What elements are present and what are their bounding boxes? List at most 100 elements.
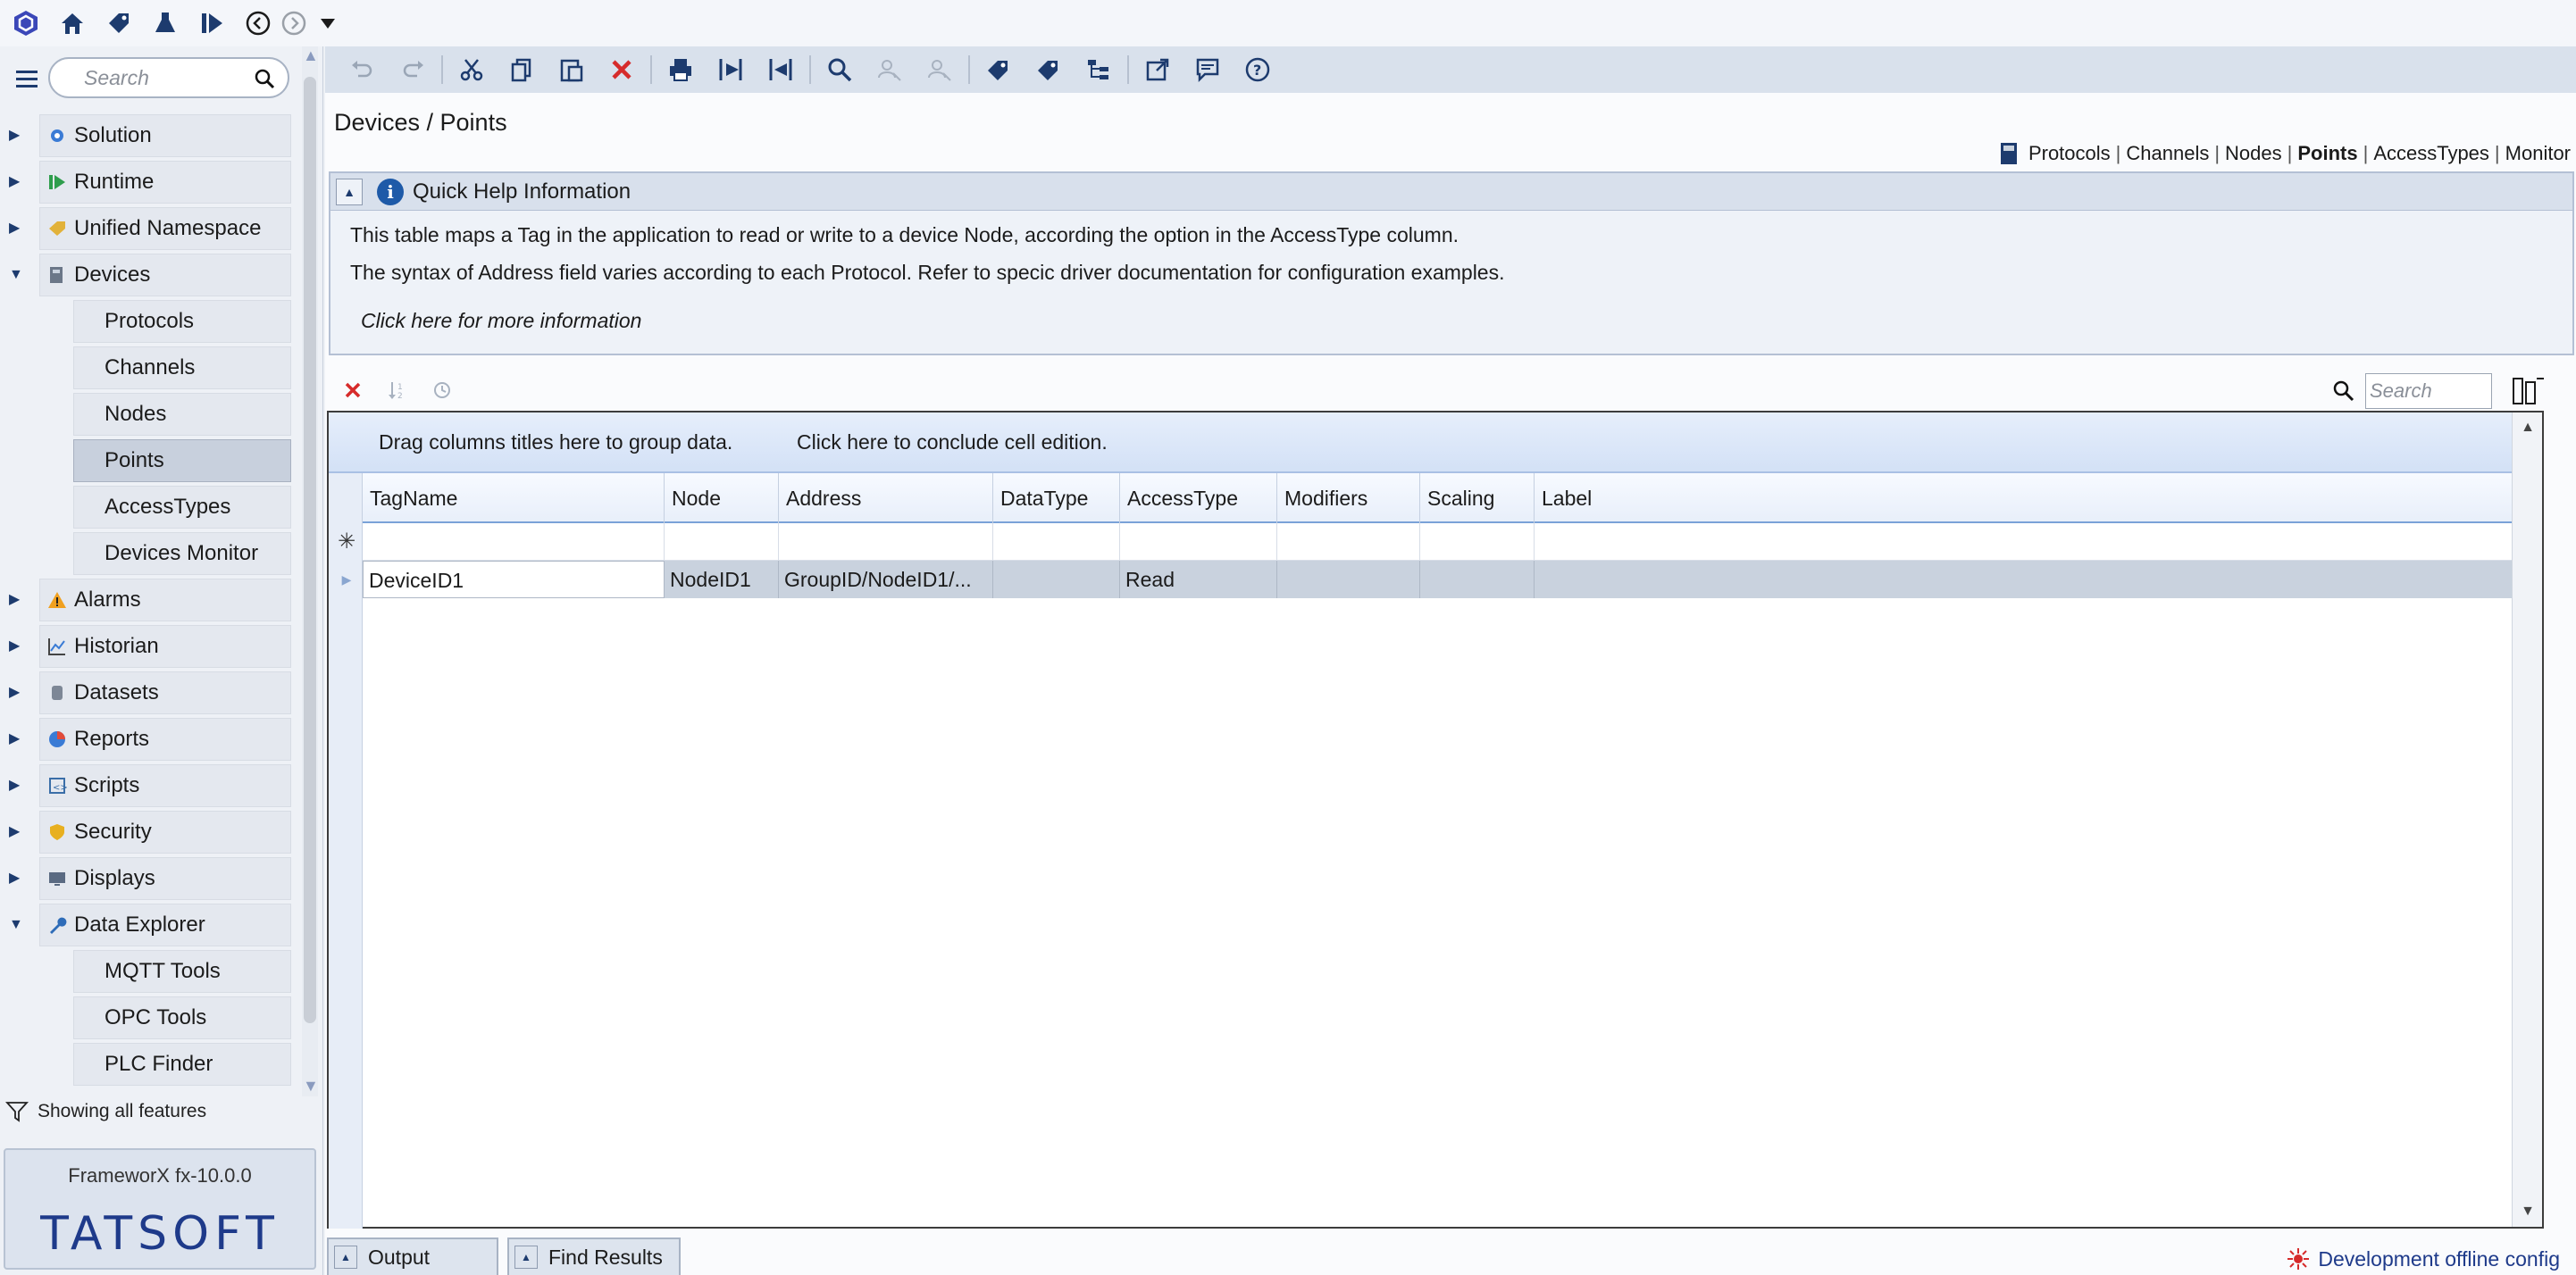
column-header-node[interactable]: Node — [665, 473, 779, 523]
nav-item-points[interactable]: Points — [73, 439, 291, 482]
back-icon[interactable] — [241, 6, 275, 40]
cell-modifiers[interactable] — [1277, 561, 1420, 598]
redo-icon[interactable] — [388, 46, 438, 93]
nav-item-security[interactable]: Security — [39, 811, 291, 854]
history-icon[interactable] — [429, 377, 456, 404]
column-header-tagname[interactable]: TagName — [363, 473, 665, 523]
cut-icon[interactable] — [447, 46, 497, 93]
expand-arrow-icon[interactable]: ▶ — [9, 870, 23, 888]
print-icon[interactable] — [656, 46, 706, 93]
sort-icon[interactable]: 12 — [384, 377, 411, 404]
hamburger-menu-icon[interactable] — [11, 62, 43, 95]
cell-address[interactable]: GroupID/NodeID1/... — [779, 561, 993, 598]
scroll-up-icon[interactable]: ▲ — [303, 47, 319, 63]
open-external-icon[interactable] — [1133, 46, 1183, 93]
nav-item-datasets[interactable]: Datasets — [39, 671, 291, 714]
section-link-accesstypes[interactable]: AccessTypes — [2373, 142, 2489, 165]
tree-icon[interactable] — [1074, 46, 1124, 93]
new-row-cell[interactable] — [1420, 523, 1535, 561]
cell-tagname[interactable]: DeviceID1 — [363, 561, 665, 598]
expand-arrow-icon[interactable]: ▶ — [9, 730, 23, 748]
app-logo-icon[interactable] — [9, 6, 43, 40]
nav-item-plc-finder[interactable]: PLC Finder — [73, 1043, 291, 1086]
nav-item-devices-monitor[interactable]: Devices Monitor — [73, 532, 291, 575]
nav-item-scripts[interactable]: <> Scripts — [39, 764, 291, 807]
new-row-cell[interactable] — [993, 523, 1120, 561]
expand-arrow-icon[interactable]: ▶ — [9, 777, 23, 795]
solution-tag-icon[interactable] — [102, 6, 136, 40]
nav-item-opc-tools[interactable]: OPC Tools — [73, 996, 291, 1039]
tab-find-results[interactable]: ▲ Find Results — [507, 1238, 681, 1275]
column-header-address[interactable]: Address — [779, 473, 993, 523]
cell-accesstype[interactable]: Read — [1120, 561, 1277, 598]
new-row-cell[interactable] — [363, 523, 665, 561]
new-tag-icon[interactable] — [974, 46, 1024, 93]
cell-datatype[interactable] — [993, 561, 1120, 598]
column-header-label[interactable]: Label — [1535, 473, 2513, 523]
column-header-modifiers[interactable]: Modifiers — [1277, 473, 1420, 523]
nav-item-reports[interactable]: Reports — [39, 718, 291, 761]
scroll-down-icon[interactable]: ▼ — [2520, 1204, 2536, 1220]
new-row[interactable] — [363, 523, 2513, 561]
undo-icon[interactable] — [338, 46, 388, 93]
search-icon[interactable] — [2331, 379, 2356, 404]
group-by-bar[interactable]: Drag columns titles here to group data. … — [329, 412, 2513, 473]
scroll-up-icon[interactable]: ▲ — [2520, 420, 2536, 436]
expand-arrow-icon[interactable]: ▶ — [9, 127, 23, 145]
column-header-accesstype[interactable]: AccessType — [1120, 473, 1277, 523]
grid-search-input[interactable]: Search — [2365, 373, 2492, 409]
comment-icon[interactable] — [1183, 46, 1233, 93]
home-icon[interactable] — [55, 6, 89, 40]
status-indicator[interactable]: Development offline config — [2286, 1246, 2560, 1271]
delete-icon[interactable] — [597, 46, 647, 93]
nav-item-mqtt-tools[interactable]: MQTT Tools — [73, 950, 291, 993]
column-header-scaling[interactable]: Scaling — [1420, 473, 1535, 523]
export-icon[interactable] — [756, 46, 806, 93]
collapse-arrow-icon[interactable]: ▼ — [9, 266, 23, 284]
nav-item-data-explorer[interactable]: Data Explorer — [39, 904, 291, 946]
nav-item-solution[interactable]: Solution — [39, 114, 291, 157]
import-icon[interactable] — [706, 46, 756, 93]
section-link-channels[interactable]: Channels — [2126, 142, 2209, 165]
cell-label[interactable] — [1535, 561, 2513, 598]
nav-item-channels[interactable]: Channels — [73, 346, 291, 389]
find-user-icon[interactable] — [865, 46, 915, 93]
nav-item-protocols[interactable]: Protocols — [73, 300, 291, 343]
nav-search-input[interactable]: Search — [48, 57, 289, 98]
expand-arrow-icon[interactable]: ▶ — [9, 823, 23, 841]
cell-node[interactable]: NodeID1 — [665, 561, 779, 598]
expand-arrow-icon[interactable]: ▶ — [9, 591, 23, 609]
copy-icon[interactable] — [497, 46, 547, 93]
delete-row-icon[interactable] — [339, 377, 366, 404]
cell-scaling[interactable] — [1420, 561, 1535, 598]
paste-icon[interactable] — [547, 46, 597, 93]
nav-item-runtime[interactable]: Runtime — [39, 161, 291, 204]
find-icon[interactable] — [815, 46, 865, 93]
section-link-nodes[interactable]: Nodes — [2225, 142, 2282, 165]
new-row-cell[interactable] — [779, 523, 993, 561]
dropdown-icon[interactable] — [311, 6, 345, 40]
nav-item-displays[interactable]: Displays — [39, 857, 291, 900]
expand-arrow-icon[interactable]: ▶ — [9, 173, 23, 191]
conclude-edit-link[interactable]: Click here to conclude cell edition. — [797, 430, 1108, 454]
nav-item-alarms[interactable]: Alarms — [39, 579, 291, 621]
nav-scrollbar[interactable]: ▲ ▼ — [302, 46, 319, 1096]
expand-arrow-icon[interactable]: ▶ — [9, 220, 23, 238]
tab-output[interactable]: ▲ Output — [327, 1238, 498, 1275]
find-user-alt-icon[interactable] — [915, 46, 965, 93]
collapse-arrow-icon[interactable]: ▼ — [9, 916, 23, 934]
column-chooser-icon[interactable] — [2510, 373, 2546, 409]
section-link-monitor[interactable]: Monitor — [2505, 142, 2571, 165]
table-row[interactable]: DeviceID1 NodeID1 GroupID/NodeID1/... Re… — [363, 561, 2513, 598]
collapse-up-icon[interactable]: ▲ — [336, 178, 363, 205]
expand-arrow-icon[interactable]: ▶ — [9, 684, 23, 702]
grid-scrollbar[interactable]: ▲ ▼ — [2512, 412, 2542, 1227]
run-icon[interactable] — [195, 6, 229, 40]
forward-icon[interactable] — [277, 6, 311, 40]
help-icon[interactable]: ? — [1233, 46, 1283, 93]
nav-item-historian[interactable]: Historian — [39, 625, 291, 668]
nav-item-accesstypes[interactable]: AccessTypes — [73, 486, 291, 529]
search-icon[interactable] — [254, 68, 275, 89]
quick-help-header[interactable]: ▲ i Quick Help Information — [330, 173, 2572, 211]
nav-item-unified-namespace[interactable]: Unified Namespace — [39, 207, 291, 250]
